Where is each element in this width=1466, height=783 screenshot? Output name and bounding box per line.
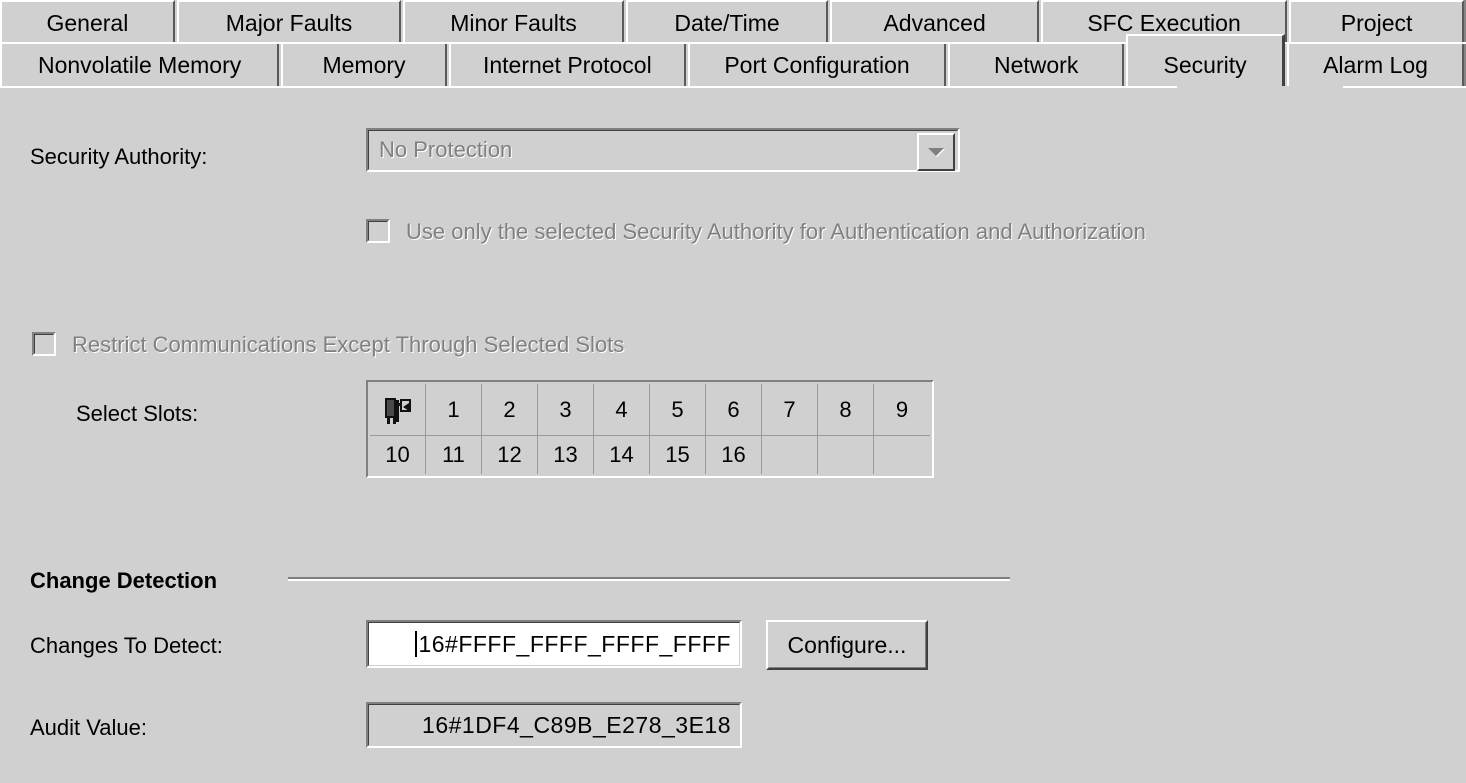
- slot-cell-10[interactable]: 10: [370, 436, 426, 474]
- tab-strip: General Major Faults Minor Faults Date/Time…: [0, 0, 1466, 89]
- changes-to-detect-value: 16#FFFF_FFFF_FFFF_FFFF: [418, 630, 731, 657]
- tab-label: Alarm Log: [1323, 51, 1428, 78]
- tab-label: Internet Protocol: [482, 51, 652, 78]
- slot-cell-1[interactable]: 1: [426, 384, 482, 436]
- slot-number: 11: [442, 442, 465, 467]
- slot-number: 7: [783, 396, 796, 422]
- slot-number: 16: [721, 442, 746, 467]
- change-detection-group-title: Change Detection: [30, 568, 218, 593]
- security-authority-dropdown-button[interactable]: [917, 133, 955, 171]
- slot-cell-8[interactable]: 8: [818, 384, 874, 436]
- tab-label: Minor Faults: [450, 9, 577, 36]
- tab-label: Security: [1163, 52, 1247, 78]
- restrict-communications-label: Restrict Communications Except Through S…: [72, 332, 625, 357]
- select-slots-grid[interactable]: 123456789 10 11 12 13 14 15 16: [366, 380, 934, 478]
- tab-minor-faults[interactable]: Minor Faults: [403, 0, 624, 44]
- changes-to-detect-label: Changes To Detect:: [30, 633, 223, 658]
- tab-general[interactable]: General: [0, 0, 175, 44]
- security-authority-selected-value: No Protection: [379, 137, 513, 162]
- slot-cell-controller[interactable]: [370, 384, 426, 436]
- change-detection-group-divider: [288, 577, 1010, 581]
- tab-date-time[interactable]: Date/Time: [625, 0, 829, 44]
- slot-cell-14[interactable]: 14: [594, 436, 650, 474]
- slot-cell-empty[interactable]: [762, 436, 818, 474]
- tab-nonvolatile-memory[interactable]: Nonvolatile Memory: [0, 42, 280, 86]
- slot-number: 5: [671, 396, 684, 422]
- slot-number: 13: [553, 442, 578, 467]
- use-only-security-authority-label: Use only the selected Security Authority…: [406, 219, 1146, 244]
- slot-cell-5[interactable]: 5: [650, 384, 706, 436]
- slot-number: 6: [727, 396, 740, 422]
- configure-button-label: Configure...: [787, 631, 907, 658]
- security-authority-combobox[interactable]: No Protection: [366, 128, 960, 172]
- slot-cell-empty[interactable]: [818, 436, 874, 474]
- slot-cell-11[interactable]: 11: [426, 436, 482, 474]
- audit-value-field-inner: 16#1DF4_C89B_E278_3E18: [368, 704, 740, 746]
- slot-number: 10: [385, 442, 410, 467]
- tab-label: General: [46, 9, 129, 36]
- slot-number: 4: [615, 396, 628, 422]
- text-caret: [415, 631, 418, 657]
- controller-properties-security-page: General Major Faults Minor Faults Date/Time…: [0, 0, 1466, 783]
- tab-internet-protocol[interactable]: Internet Protocol: [448, 42, 686, 86]
- slot-number: 8: [839, 396, 852, 422]
- tab-label: Network: [993, 51, 1079, 78]
- slot-number: 1: [447, 396, 460, 422]
- tab-major-faults[interactable]: Major Faults: [176, 0, 402, 44]
- slot-cell-4[interactable]: 4: [594, 384, 650, 436]
- chevron-down-icon: [928, 148, 944, 156]
- tab-advanced[interactable]: Advanced: [830, 0, 1039, 44]
- slot-cell-13[interactable]: 13: [538, 436, 594, 474]
- selected-tab-connector: [1177, 86, 1343, 89]
- tab-row-2: Nonvolatile Memory Memory Internet Protoco…: [0, 34, 1466, 86]
- checkbox-box-icon: [368, 221, 388, 241]
- checkbox-box-icon: [34, 334, 54, 354]
- tab-alarm-log[interactable]: Alarm Log: [1287, 42, 1464, 86]
- slot-number: 9: [895, 396, 909, 422]
- tab-label: Advanced: [883, 9, 986, 36]
- tab-label: Port Configuration: [724, 51, 910, 78]
- controller-module-icon: [384, 396, 411, 424]
- use-only-security-authority-checkbox[interactable]: [366, 219, 390, 243]
- tab-label: Memory: [322, 51, 406, 78]
- tab-label: Nonvolatile Memory: [37, 51, 242, 78]
- security-authority-label: Security Authority:: [30, 144, 208, 169]
- security-settings-panel: Security Authority: No Protection Use on…: [0, 88, 1466, 783]
- slot-number: 3: [559, 396, 572, 422]
- configure-button[interactable]: Configure...: [766, 620, 928, 670]
- slot-cell-12[interactable]: 12: [482, 436, 538, 474]
- configure-button-inner: Configure...: [768, 622, 926, 668]
- slot-cell-2[interactable]: 2: [482, 384, 538, 436]
- slot-cell-16[interactable]: 16: [706, 436, 762, 474]
- tab-port-configuration[interactable]: Port Configuration: [687, 42, 947, 86]
- security-authority-combobox-inner: No Protection: [368, 130, 958, 170]
- slot-cell-9[interactable]: 9: [874, 384, 930, 436]
- slot-grid-row-2: 10 11 12 13 14 15 16: [370, 436, 930, 474]
- tab-project[interactable]: Project: [1289, 0, 1464, 44]
- slot-cell-15[interactable]: 15: [650, 436, 706, 474]
- changes-to-detect-field[interactable]: 16#FFFF_FFFF_FFFF_FFFF: [366, 620, 742, 668]
- slot-grid-row-1: 1 2 3 4 5 6 7 8 9: [370, 384, 930, 436]
- slot-cell-empty[interactable]: [874, 436, 930, 474]
- tab-security[interactable]: Security: [1126, 34, 1286, 86]
- tab-network[interactable]: Network: [948, 42, 1125, 86]
- slot-number: 14: [609, 442, 634, 467]
- tab-memory[interactable]: Memory: [281, 42, 447, 86]
- slot-number: 15: [665, 442, 690, 467]
- slot-number: 2: [503, 396, 516, 422]
- restrict-communications-checkbox[interactable]: [32, 332, 56, 356]
- slot-number: 12: [497, 442, 522, 467]
- tab-label: Date/Time: [674, 9, 780, 36]
- slot-cell-7[interactable]: 7: [762, 384, 818, 436]
- audit-value-field: 16#1DF4_C89B_E278_3E18: [366, 702, 742, 748]
- slot-cell-6[interactable]: 6: [706, 384, 762, 436]
- slot-cell-3[interactable]: 3: [538, 384, 594, 436]
- audit-value-label: Audit Value:: [30, 715, 148, 740]
- tab-label: Project: [1340, 9, 1413, 36]
- audit-value-text: 16#1DF4_C89B_E278_3E18: [422, 711, 731, 738]
- tab-label: Major Faults: [225, 9, 353, 36]
- tab-label: SFC Execution: [1087, 9, 1241, 36]
- changes-to-detect-field-inner: 16#FFFF_FFFF_FFFF_FFFF: [368, 622, 740, 666]
- select-slots-label: Select Slots:: [76, 401, 199, 426]
